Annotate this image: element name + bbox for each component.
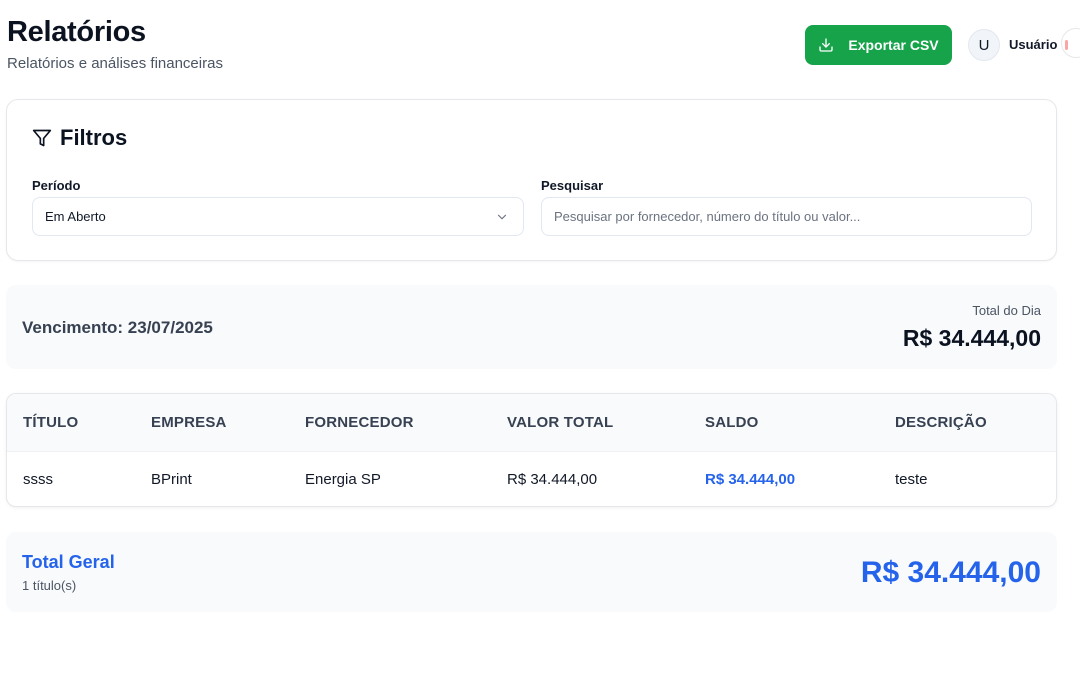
search-input[interactable]	[541, 197, 1032, 236]
export-csv-button[interactable]: Exportar CSV	[805, 25, 952, 65]
period-select-value: Em Aberto	[45, 209, 106, 224]
edge-toggle-button[interactable]	[1061, 28, 1080, 58]
column-header-empresa[interactable]: EMPRESA	[135, 394, 289, 452]
column-header-titulo[interactable]: TÍTULO	[7, 394, 135, 452]
titles-table-card: TÍTULO EMPRESA FORNECEDOR VALOR TOTAL SA…	[6, 393, 1057, 507]
grand-total-value: R$ 34.444,00	[860, 556, 1041, 589]
cell-valor-total: R$ 34.444,00	[507, 470, 598, 488]
filters-card: Filtros Período Em Aberto Pesquisar	[6, 99, 1057, 261]
cell-fornecedor: Energia SP	[305, 470, 381, 488]
period-select[interactable]: Em Aberto	[32, 197, 524, 236]
cell-empresa: BPrint	[151, 470, 192, 488]
page-subtitle: Relatórios e análises financeiras	[7, 55, 223, 72]
cell-titulo: ssss	[23, 470, 53, 488]
page-header: Relatórios Relatórios e análises finance…	[0, 0, 1080, 90]
cell-descricao: teste	[895, 470, 928, 488]
column-header-saldo[interactable]: SALDO	[689, 394, 879, 452]
grand-total-card: Total Geral 1 título(s) R$ 34.444,00	[6, 532, 1057, 612]
export-csv-label: Exportar CSV	[848, 37, 939, 53]
due-date-group: Vencimento: 23/07/2025 Total do Dia R$ 3…	[6, 285, 1057, 369]
column-header-fornecedor[interactable]: FORNECEDOR	[289, 394, 491, 452]
user-name[interactable]: Usuário	[1009, 37, 1057, 52]
table-row[interactable]: ssss BPrint Energia SP R$ 34.444,00 R$ 3…	[7, 451, 1056, 506]
day-total-label: Total do Dia	[972, 303, 1041, 318]
search-label: Pesquisar	[541, 178, 604, 193]
titles-table: TÍTULO EMPRESA FORNECEDOR VALOR TOTAL SA…	[7, 394, 1056, 506]
column-header-valor-total[interactable]: VALOR TOTAL	[491, 394, 689, 452]
titles-count: 1 título(s)	[22, 578, 77, 593]
user-avatar[interactable]: U	[968, 29, 1000, 61]
period-label: Período	[32, 178, 81, 193]
grand-total-label: Total Geral	[22, 552, 115, 572]
cell-saldo: R$ 34.444,00	[705, 470, 796, 488]
page-title: Relatórios	[7, 16, 146, 48]
column-header-descricao[interactable]: DESCRIÇÃO	[879, 394, 1056, 452]
table-header-row: TÍTULO EMPRESA FORNECEDOR VALOR TOTAL SA…	[7, 394, 1056, 452]
download-icon	[819, 38, 834, 52]
filters-heading: Filtros	[32, 125, 127, 151]
due-date-label: Vencimento: 23/07/2025	[22, 318, 213, 337]
chevron-down-icon	[497, 214, 507, 219]
filters-title: Filtros	[60, 125, 128, 150]
filter-icon	[32, 129, 52, 147]
day-total-value: R$ 34.444,00	[902, 325, 1041, 351]
